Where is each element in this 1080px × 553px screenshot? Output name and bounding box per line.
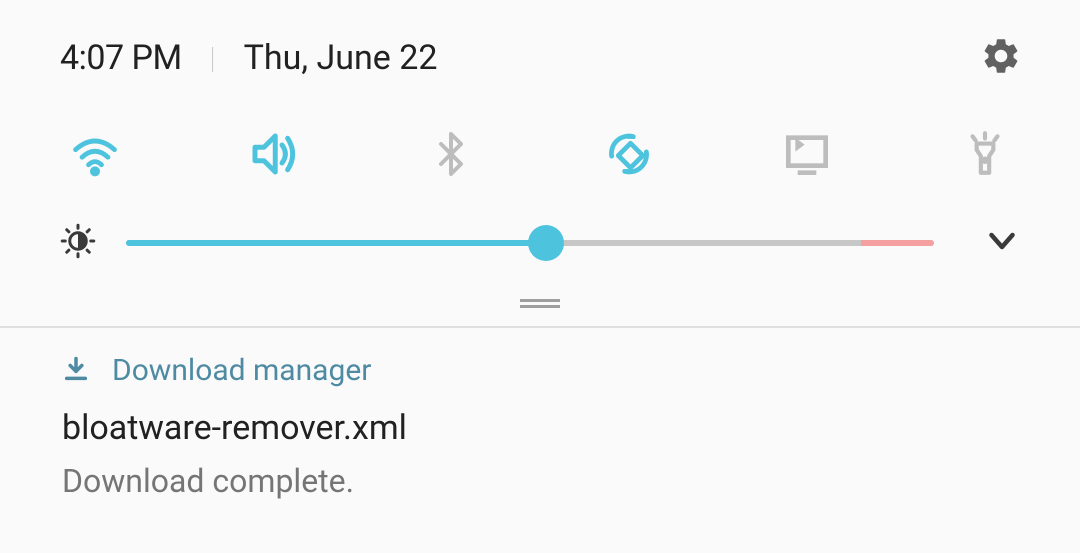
notification-title: bloatware-remover.xml [62, 408, 1018, 448]
auto-rotate-icon [603, 128, 655, 180]
brightness-row [0, 213, 1080, 293]
wifi-icon [69, 128, 121, 180]
sound-toggle[interactable] [238, 119, 308, 189]
time-date-divider: | [210, 41, 216, 76]
slider-thumb[interactable] [528, 225, 564, 261]
slider-warn-zone [861, 240, 934, 246]
flashlight-icon [960, 129, 1010, 179]
notification-item[interactable]: Download manager bloatware-remover.xml D… [0, 328, 1080, 525]
notification-subtitle: Download complete. [62, 462, 1018, 500]
slider-fill [126, 240, 546, 246]
brightness-slider[interactable] [126, 225, 954, 261]
cast-toggle[interactable] [772, 119, 842, 189]
flashlight-toggle[interactable] [950, 119, 1020, 189]
time-label: 4:07 PM [60, 38, 182, 78]
auto-rotate-toggle[interactable] [594, 119, 664, 189]
quick-toggles-row [0, 101, 1080, 213]
brightness-icon[interactable] [60, 223, 96, 263]
expand-chevron-icon[interactable] [984, 223, 1020, 263]
date-label: Thu, June 22 [244, 38, 438, 78]
status-left: 4:07 PM | Thu, June 22 [60, 38, 437, 78]
bluetooth-toggle[interactable] [416, 119, 486, 189]
download-icon [62, 355, 90, 387]
wifi-toggle[interactable] [60, 119, 130, 189]
notification-header: Download manager [62, 353, 1018, 388]
drag-bars-icon [520, 299, 560, 308]
cast-icon [779, 126, 835, 182]
panel-drag-handle[interactable] [0, 293, 1080, 326]
sound-icon [246, 127, 300, 181]
status-bar: 4:07 PM | Thu, June 22 [0, 0, 1080, 101]
slider-track [126, 240, 934, 246]
notification-app-name: Download manager [112, 353, 371, 388]
bluetooth-icon [427, 130, 475, 178]
settings-icon[interactable] [980, 35, 1022, 81]
